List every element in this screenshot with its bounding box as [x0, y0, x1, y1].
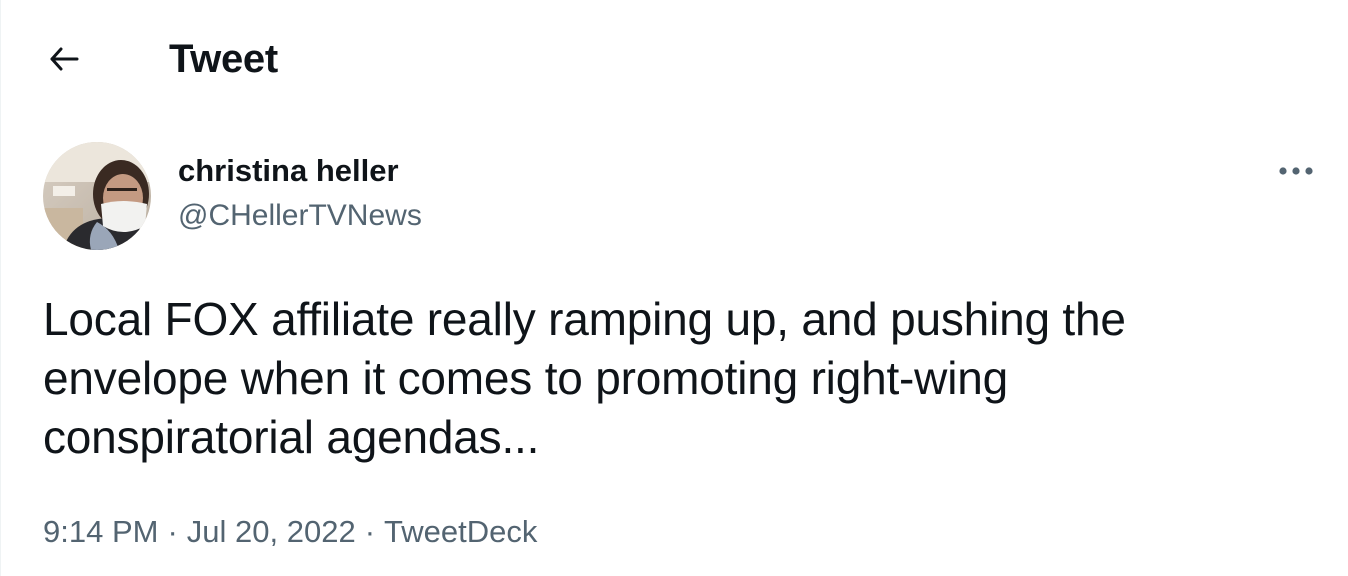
meta-separator: · — [167, 514, 178, 549]
tweet-date-link[interactable]: Jul 20, 2022 — [187, 512, 356, 552]
page-header: Tweet — [1, 0, 1348, 118]
author-name[interactable]: christina heller — [178, 152, 399, 190]
author-avatar[interactable] — [43, 142, 151, 250]
author-handle[interactable]: @CHellerTVNews — [178, 197, 422, 235]
tweet-time-link[interactable]: 9:14 PM — [43, 512, 158, 552]
tweet-detail-page: Tweet christina heller @CHellerTVNews Lo… — [0, 0, 1348, 576]
arrow-left-icon — [49, 46, 79, 77]
tweet-meta: 9:14 PM · Jul 20, 2022 · TweetDeck — [43, 512, 537, 552]
meta-separator: · — [364, 514, 376, 549]
more-options-button[interactable] — [1271, 152, 1321, 192]
back-button[interactable] — [39, 36, 89, 86]
tweet-text: Local FOX affiliate really ramping up, a… — [43, 293, 1126, 463]
user-avatar — [43, 142, 151, 250]
more-horizontal-icon — [1278, 163, 1314, 181]
page-title: Tweet — [169, 37, 278, 81]
tweet-source-link[interactable]: TweetDeck — [384, 512, 537, 552]
